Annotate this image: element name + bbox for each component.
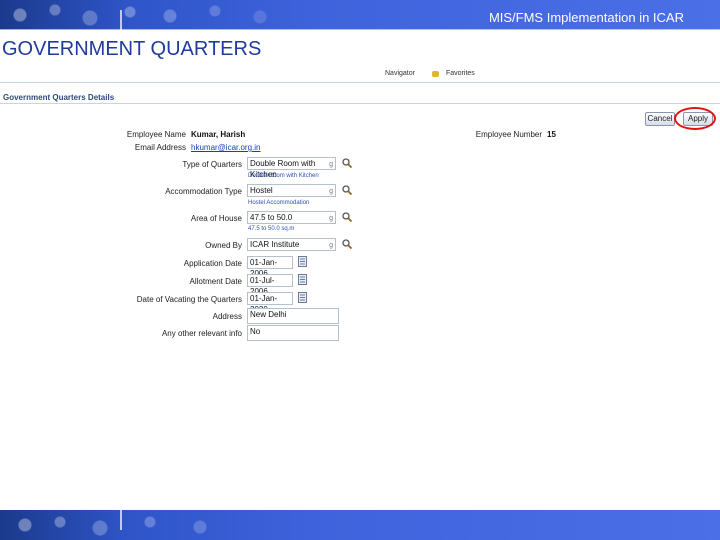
- email-link[interactable]: hkumar@icar.org.in: [191, 143, 260, 152]
- accommodation-type-hint: Hostel Accommodation: [248, 200, 310, 206]
- other-info-textarea[interactable]: No: [247, 325, 339, 341]
- slide-title: GOVERNMENT QUARTERS: [2, 38, 262, 60]
- area-of-house-hint: 47.5 to 50.0 sq.m: [248, 226, 295, 232]
- employee-name-label: Employee Name: [126, 130, 186, 139]
- address-value: New Delhi: [250, 310, 287, 319]
- area-of-house-input[interactable]: 47.5 to 50.0 g: [247, 211, 336, 224]
- dropdown-caret-icon: g: [329, 161, 333, 168]
- employee-number-label: Employee Number: [475, 130, 542, 139]
- calendar-icon[interactable]: [298, 292, 307, 303]
- application-date-label: Application Date: [183, 259, 242, 268]
- nav-favorites[interactable]: Favorites: [446, 70, 475, 77]
- email-label: Email Address: [134, 143, 186, 152]
- header-rule: [0, 29, 720, 30]
- slide-footer-band: [0, 510, 720, 540]
- address-label: Address: [212, 312, 242, 321]
- header-divider: [120, 10, 122, 30]
- slide-header-band: MIS/FMS Implementation in ICAR: [0, 0, 720, 30]
- search-icon[interactable]: [342, 185, 352, 195]
- vacating-date-input[interactable]: 01-Jan-2020: [247, 292, 293, 314]
- calendar-icon[interactable]: [298, 274, 307, 285]
- accommodation-type-value: Hostel: [250, 186, 273, 195]
- dropdown-caret-icon: g: [329, 188, 333, 195]
- cancel-button[interactable]: Cancel: [645, 112, 675, 126]
- vacating-date-label: Date of Vacating the Quarters: [136, 295, 242, 304]
- accommodation-type-input[interactable]: Hostel g: [247, 184, 336, 197]
- owned-by-label: Owned By: [205, 241, 242, 250]
- region-header: Government Quarters Details: [0, 92, 720, 104]
- owned-by-input[interactable]: ICAR Institute g: [247, 238, 336, 251]
- area-of-house-value: 47.5 to 50.0: [250, 213, 293, 222]
- other-info-label: Any other relevant info: [161, 329, 242, 338]
- type-of-quarters-input[interactable]: Double Room with Kitchen g: [247, 157, 336, 179]
- owned-by-value: ICAR Institute: [250, 240, 300, 249]
- search-icon[interactable]: [342, 239, 352, 249]
- calendar-icon[interactable]: [298, 256, 307, 267]
- slide-header-text: MIS/FMS Implementation in ICAR: [488, 10, 684, 25]
- search-icon[interactable]: [342, 158, 352, 168]
- application-date-input[interactable]: 01-Jan-2006: [247, 256, 293, 278]
- type-of-quarters-hint: Double Room with Kitchen: [248, 173, 319, 179]
- type-of-quarters-label: Type of Quarters: [182, 160, 242, 169]
- search-icon[interactable]: [342, 212, 352, 222]
- app-nav-bar: Navigator Favorites: [0, 70, 720, 83]
- footer-decoration: [0, 510, 300, 540]
- other-info-value: No: [250, 327, 261, 336]
- area-of-house-label: Area of House: [190, 214, 242, 223]
- favorites-icon: [432, 71, 439, 77]
- header-decoration: [0, 0, 300, 30]
- employee-name-value: Kumar, Harish: [191, 130, 246, 139]
- dropdown-caret-icon: g: [329, 215, 333, 222]
- nav-navigator[interactable]: Navigator: [385, 70, 415, 77]
- apply-highlight-ring: [674, 107, 716, 130]
- employee-number-value: 15: [547, 130, 556, 139]
- footer-divider: [120, 510, 122, 530]
- allotment-date-input[interactable]: 01-Jul-2006: [247, 274, 293, 296]
- dropdown-caret-icon: g: [329, 242, 333, 249]
- accommodation-type-label: Accommodation Type: [165, 187, 242, 196]
- address-textarea[interactable]: New Delhi: [247, 308, 339, 324]
- allotment-date-label: Allotment Date: [189, 277, 242, 286]
